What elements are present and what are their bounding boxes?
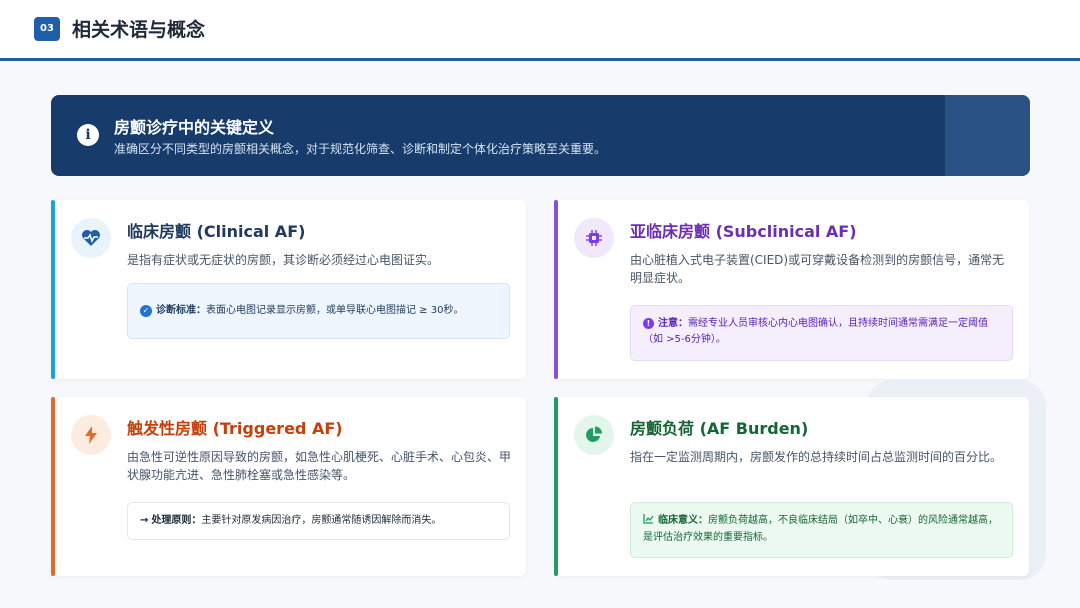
- card-description: 由心脏植入式电子装置(CIED)或可穿戴设备检测到的房颤信号，通常无明显症状。: [630, 253, 1005, 285]
- card-title: 房颤负荷 (AF Burden): [630, 419, 809, 438]
- note-label: 临床意义：: [658, 515, 708, 526]
- note-text: 表面心电图记录显示房颤，或单导联心电图描记 ≥ 30秒。: [206, 305, 464, 316]
- card-title: 触发性房颤 (Triggered AF): [127, 419, 343, 438]
- card-subclinical-af: 亚临床房颤 (Subclinical AF) 由心脏植入式电子装置(CIED)或…: [554, 200, 1029, 379]
- card-description: 是指有症状或无症状的房颤，其诊断必须经过心电图证实。: [127, 253, 440, 267]
- pie-chart-icon: [574, 415, 614, 455]
- banner-stripe: [945, 95, 1030, 176]
- check-circle-icon: ✓: [140, 305, 152, 317]
- banner-title: 房颤诊疗中的关键定义: [114, 118, 275, 137]
- header: 03 相关术语与概念: [0, 0, 1080, 61]
- trend-line-icon: [643, 514, 654, 530]
- heartbeat-icon: [71, 218, 111, 258]
- alert-circle-icon: !: [643, 318, 654, 329]
- card-title: 临床房颤 (Clinical AF): [127, 222, 306, 241]
- card-title: 亚临床房颤 (Subclinical AF): [630, 222, 857, 241]
- card-note: ! 注意：需经专业人员审核心内心电图确认，且持续时间通常需满足一定阈值（如 >5-…: [630, 305, 1013, 361]
- card-af-burden: 房颤负荷 (AF Burden) 指在一定监测周期内，房颤发作的总持续时间占总监…: [554, 397, 1029, 576]
- note-label: 处理原则：: [151, 515, 202, 526]
- note-label: 诊断标准：: [156, 305, 206, 316]
- card-note: → 处理原则：主要针对原发病因治疗，房颤通常随诱因解除而消失。: [127, 502, 510, 540]
- info-banner: i 房颤诊疗中的关键定义 准确区分不同类型的房颤相关概念，对于规范化筛查、诊断和…: [51, 95, 1030, 176]
- section-number-badge: 03: [34, 17, 60, 41]
- card-clinical-af: 临床房颤 (Clinical AF) 是指有症状或无症状的房颤，其诊断必须经过心…: [51, 200, 526, 379]
- note-label: 注意：: [658, 318, 688, 329]
- card-description: 由急性可逆性原因导致的房颤，如急性心肌梗死、心脏手术、心包炎、甲状腺功能亢进、急…: [127, 450, 512, 482]
- lightning-icon: [71, 415, 111, 455]
- banner-subtitle: 准确区分不同类型的房颤相关概念，对于规范化筛查、诊断和制定个体化治疗策略至关重要…: [114, 142, 607, 156]
- info-icon: i: [77, 124, 99, 146]
- page-title: 相关术语与概念: [72, 19, 206, 41]
- card-note: ✓ 诊断标准：表面心电图记录显示房颤，或单导联心电图描记 ≥ 30秒。: [127, 283, 510, 339]
- card-accent-bar: [554, 397, 558, 576]
- card-accent-bar: [554, 200, 558, 379]
- card-description: 指在一定监测周期内，房颤发作的总持续时间占总监测时间的百分比。: [630, 450, 1003, 464]
- note-text: 需经专业人员审核心内心电图确认，且持续时间通常需满足一定阈值（如 >5-6分钟）…: [643, 318, 988, 345]
- chip-icon: [574, 218, 614, 258]
- card-accent-bar: [51, 200, 55, 379]
- arrow-right-icon: →: [140, 515, 149, 526]
- note-text: 主要针对原发病因治疗，房颤通常随诱因解除而消失。: [201, 515, 442, 526]
- card-accent-bar: [51, 397, 55, 576]
- card-triggered-af: 触发性房颤 (Triggered AF) 由急性可逆性原因导致的房颤，如急性心肌…: [51, 397, 526, 576]
- card-note: 临床意义：房颤负荷越高，不良临床结局（如卒中、心衰）的风险通常越高，是评估治疗效…: [630, 502, 1013, 558]
